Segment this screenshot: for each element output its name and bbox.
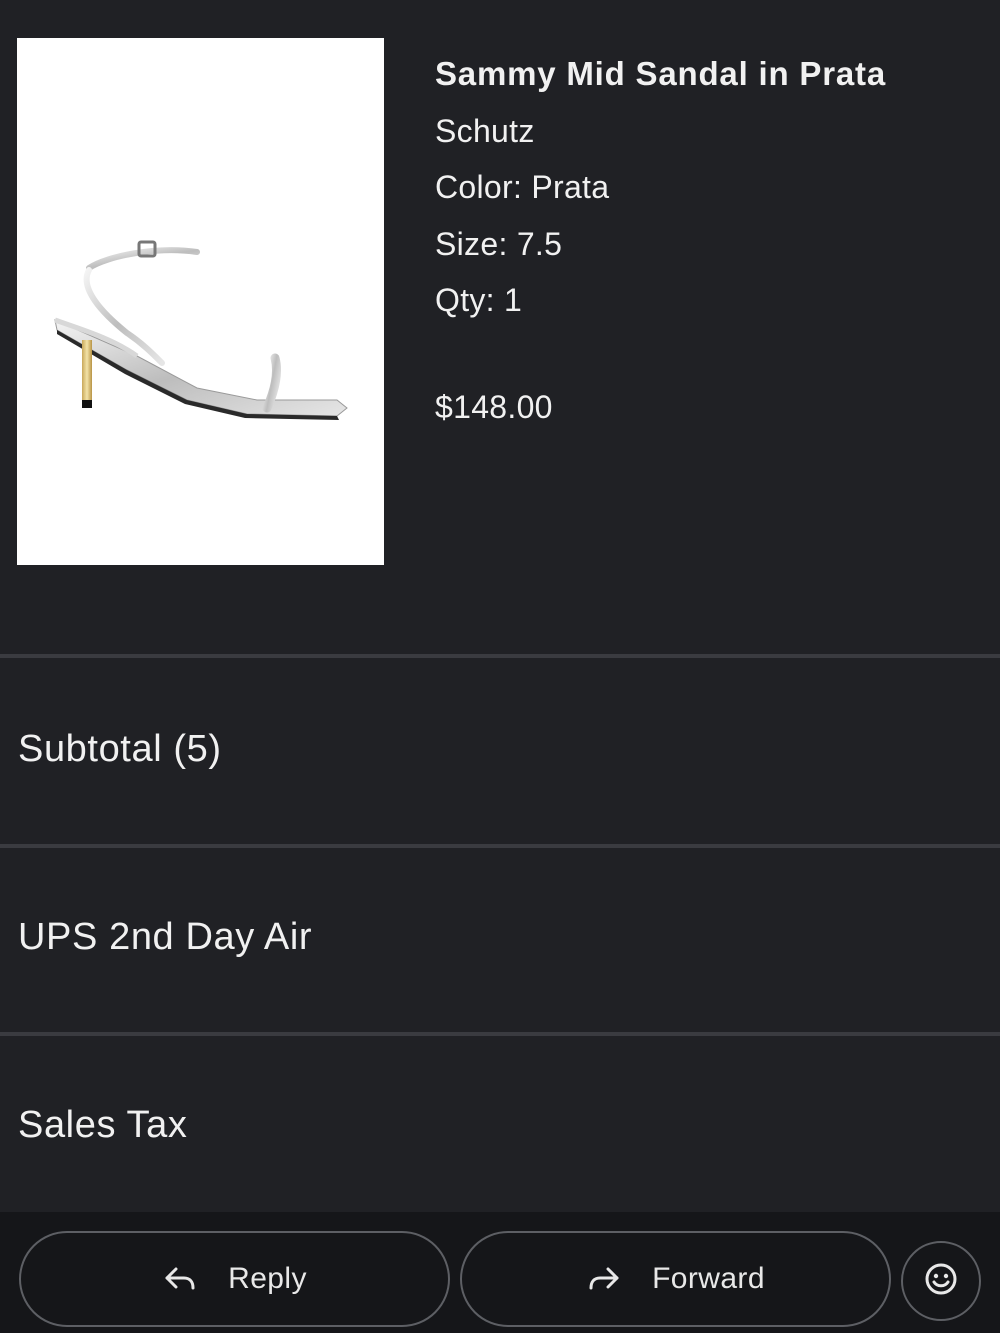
subtotal-label: Subtotal (5) [18,728,222,770]
product-details: Sammy Mid Sandal in Prata Schutz Color: … [435,46,975,435]
email-order-view: Sammy Mid Sandal in Prata Schutz Color: … [0,0,1000,1333]
email-action-bar: Reply Forward [0,1212,1000,1333]
shipping-method-label: UPS 2nd Day Air [18,916,313,958]
divider [0,1032,1000,1036]
reply-label: Reply [228,1262,307,1295]
sales-tax-label: Sales Tax [18,1104,188,1146]
forward-arrow-icon [586,1261,622,1297]
order-item: Sammy Mid Sandal in Prata Schutz Color: … [0,0,1000,654]
sandal-image [54,240,348,420]
reply-button[interactable]: Reply [19,1231,450,1327]
emoji-reaction-button[interactable] [901,1241,981,1321]
product-name[interactable]: Sammy Mid Sandal in Prata [435,46,975,103]
product-price: $148.00 [435,388,553,425]
divider [0,844,1000,848]
forward-label: Forward [652,1262,765,1295]
smiley-face-icon [923,1261,959,1302]
forward-button[interactable]: Forward [460,1231,891,1327]
product-color: Color: Prata [435,169,610,205]
divider [0,654,1000,658]
reply-arrow-icon [162,1261,198,1297]
product-brand: Schutz [435,112,535,149]
product-qty: Qty: 1 [435,282,523,318]
product-image[interactable] [17,38,384,565]
product-size: Size: 7.5 [435,225,563,262]
